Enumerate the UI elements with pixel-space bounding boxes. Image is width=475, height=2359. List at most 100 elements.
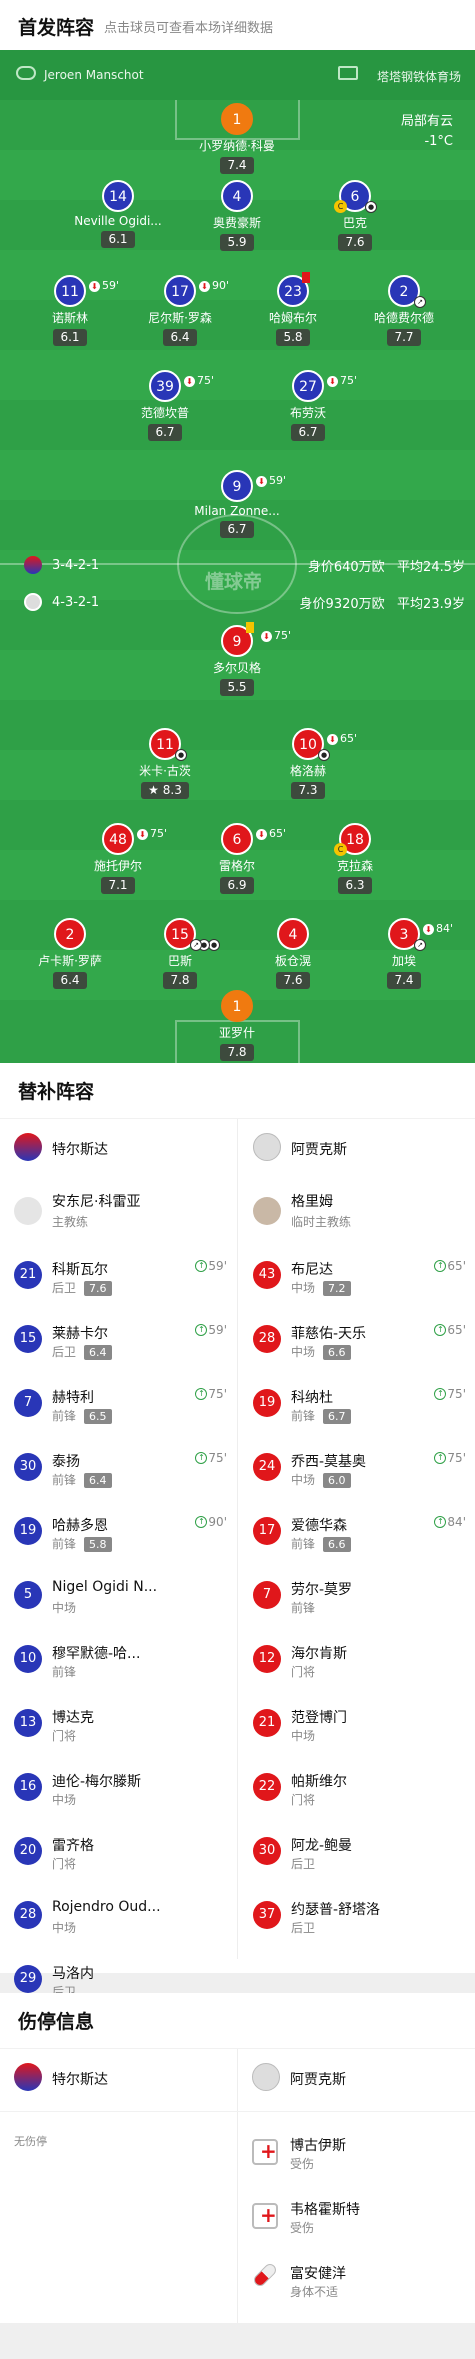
sub-player-row[interactable]: 43 布尼达 中场 7.2 ↑ 65' [239,1247,475,1309]
sub-off-marker: ⬇ 84' [423,914,453,944]
sub-name: 海尔肯斯 [291,1646,347,1662]
player-name: 施托伊尔 [93,859,142,873]
player-name: 板仓滉 [274,954,311,968]
player-rating: 7.6 [276,972,310,989]
sub-player-row[interactable]: 13 博达克 门将 [0,1695,237,1757]
sub-name: 穆罕默德-哈... [52,1646,141,1662]
injuries-section: 伤停信息 特尔斯达 阿贾克斯 无伤停 博古伊斯 受伤 韦格霍斯特 受伤 富安健洋… [0,1993,475,2323]
player-name: 米卡·古茨 [139,764,191,778]
player-away-6[interactable]: 18 C 克拉森 6.3 [300,823,410,894]
sub-name: 阿龙-鲍曼 [291,1838,353,1854]
sub-name: 赫特利 [52,1390,94,1406]
sub-player-row[interactable]: 7 赫特利 前锋 6.5 ↑ 75' [0,1375,237,1437]
sub-player-row[interactable]: 19 科纳杜 前锋 6.7 ↑ 75' [239,1375,475,1437]
sub-position: 前锋 6.5 [52,1407,112,1424]
player-number: 1 [221,103,253,135]
sub-player-row[interactable]: 24 乔西-莫基奥 中场 6.0 ↑ 75' [239,1439,475,1501]
sub-rating: 6.5 [84,1409,112,1424]
player-home-8[interactable]: 2 ↗ 哈德费尔德 7.7 [349,275,459,346]
player-number: 23 [284,284,302,300]
sub-position: 门将 [52,1857,77,1871]
sub-on-marker: ↑ 75' [434,1451,466,1465]
home-avg-age: 平均24.5岁 [397,560,465,575]
player-home-11[interactable]: 9 ⬇ 59' Milan Zonne... 6.7 [182,470,292,538]
player-number: 4 [221,180,253,212]
sub-player-row[interactable]: 17 爱德华森 前锋 6.6 ↑ 84' [239,1503,475,1565]
player-home-3[interactable]: 4 奥费豪斯 5.9 [182,180,292,251]
sub-player-row[interactable]: 22 帕斯维尔 门将 [239,1759,475,1821]
sub-player-row[interactable]: 12 海尔肯斯 门将 [239,1631,475,1693]
sub-player-row[interactable]: 28 菲慈佑-天乐 中场 6.6 ↑ 65' [239,1311,475,1373]
injury-item[interactable]: 富安健洋 身体不适 [238,2253,475,2315]
player-home-7[interactable]: 23 哈姆布尔 5.8 [238,272,348,346]
player-home-4[interactable]: 6 C ● 巴克 7.6 [300,180,410,251]
injury-item[interactable]: 博古伊斯 受伤 [238,2125,475,2187]
star-icon: ★ [148,783,159,797]
sub-off-icon: ⬇ [199,280,210,292]
page-subtitle: 点击球员可查看本场详细数据 [104,21,274,36]
player-away-11[interactable]: 1 亚罗什 7.8 [182,990,292,1061]
player-home-6[interactable]: 17 ⬇ 90' 尼尔斯·罗森 6.4 [125,275,235,346]
player-away-5[interactable]: 6 ⬇ 65' 雷格尔 6.9 [182,823,292,894]
sub-name: 范登博门 [291,1710,347,1726]
player-away-2[interactable]: 11 ● 米卡·古茨 ★ 8.3 [110,728,220,799]
sub-name: 劳尔-莫罗 [291,1582,353,1598]
coach-avatar [253,1197,281,1225]
player-home-1[interactable]: 1 小罗纳德·科曼 7.4 [182,103,292,174]
player-rating: 6.1 [101,231,135,248]
player-away-10[interactable]: 3 ↗ ⬇ 84' 加埃 7.4 [349,918,459,989]
sub-on-marker: ↑ 84' [434,1515,466,1529]
player-number: 39 [156,379,174,395]
watermark-logo: 懂球帝 [205,571,263,593]
sub-player-row[interactable]: 7 劳尔-莫罗 前锋 [239,1567,475,1629]
sub-player-row[interactable]: 19 哈赫多恩 前锋 5.8 ↑ 90' [0,1503,237,1565]
assist-icon: ↗ [190,939,202,951]
sub-off-icon: ⬇ [256,828,267,840]
sub-player-row[interactable]: 20 雷齐格 门将 [0,1823,237,1885]
injury-status: 受伤 [290,2157,315,2171]
player-name: 巴斯 [167,954,192,968]
assist-icon: ↗ [414,296,426,308]
sub-player-row[interactable]: 5 Nigel Ogidi N... 中场 [0,1567,237,1629]
substitutes-section: 替补阵容 特尔斯达 安东尼·科雷亚 主教练 21 科斯瓦尔 后卫 7.6 ↑ 59' 15 莱… [0,1063,475,1999]
sub-player-row[interactable]: 21 范登博门 中场 [239,1695,475,1757]
player-home-9[interactable]: 39 ⬇ 75' 范德坎普 6.7 [110,370,220,441]
sub-on-icon: ↑ [195,1324,208,1336]
player-away-3[interactable]: 10 ● ⬇ 65' 格洛赫 7.3 [253,728,363,799]
weather-temperature: -1°C [424,134,453,149]
sub-player-row[interactable]: 30 阿龙-鲍曼 后卫 [239,1823,475,1885]
player-away-1[interactable]: 9 ⬇ 75' 多尔贝格 5.5 [182,622,292,696]
sub-player-row[interactable]: 16 迪伦-梅尔滕斯 中场 [0,1759,237,1821]
player-away-7[interactable]: 2 卢卡斯·罗萨 6.4 [15,918,125,989]
sub-on-marker: ↑ 59' [195,1259,227,1273]
player-name: 卢卡斯·罗萨 [38,954,102,968]
sub-position: 前锋 6.6 [291,1535,351,1552]
sub-name: 布尼达 [291,1262,333,1278]
player-name: 克拉森 [336,859,373,873]
sub-player-row[interactable]: 10 穆罕默德-哈... 前锋 [0,1631,237,1693]
sub-on-marker: ↑ 59' [195,1323,227,1337]
sub-player-row[interactable]: 28 Rojendro Oud... 中场 [0,1887,237,1949]
player-away-4[interactable]: 48 ⬇ 75' 施托伊尔 7.1 [63,823,173,894]
player-name: 巴克 [342,216,367,230]
sub-position: 门将 [52,1729,77,1743]
sub-number: 21 [253,1709,281,1737]
player-rating: 7.4 [220,157,254,174]
sub-player-row[interactable]: 30 泰扬 前锋 6.4 ↑ 75' [0,1439,237,1501]
player-away-8[interactable]: 15 ● ● ↗ 巴斯 7.8 [125,918,235,989]
whistle-icon [16,66,36,80]
sub-player-row[interactable]: 15 莱赫卡尔 后卫 6.4 ↑ 59' [0,1311,237,1373]
injury-item[interactable]: 韦格霍斯特 受伤 [238,2189,475,2251]
player-home-5[interactable]: 11 ⬇ 59' 诺斯林 6.1 [15,275,125,346]
sub-off-marker: ⬇ 75' [261,621,291,651]
player-home-10[interactable]: 27 ⬇ 75' 布劳沃 6.7 [253,370,363,441]
sub-player-row[interactable]: 37 约瑟普-舒塔洛 后卫 [239,1887,475,1949]
player-away-9[interactable]: 4 板仓滉 7.6 [238,918,348,989]
player-home-2[interactable]: 14 Neville Ogidi... 6.1 [63,180,173,248]
weather-info: 局部有云 -1°C [401,112,453,152]
player-rating: 6.7 [148,424,182,441]
sub-name: 菲慈佑-天乐 [291,1326,367,1342]
sub-player-row[interactable]: 21 科斯瓦尔 后卫 7.6 ↑ 59' [0,1247,237,1309]
player-name: 哈德费尔德 [373,311,434,325]
player-number: 18 [346,832,364,848]
